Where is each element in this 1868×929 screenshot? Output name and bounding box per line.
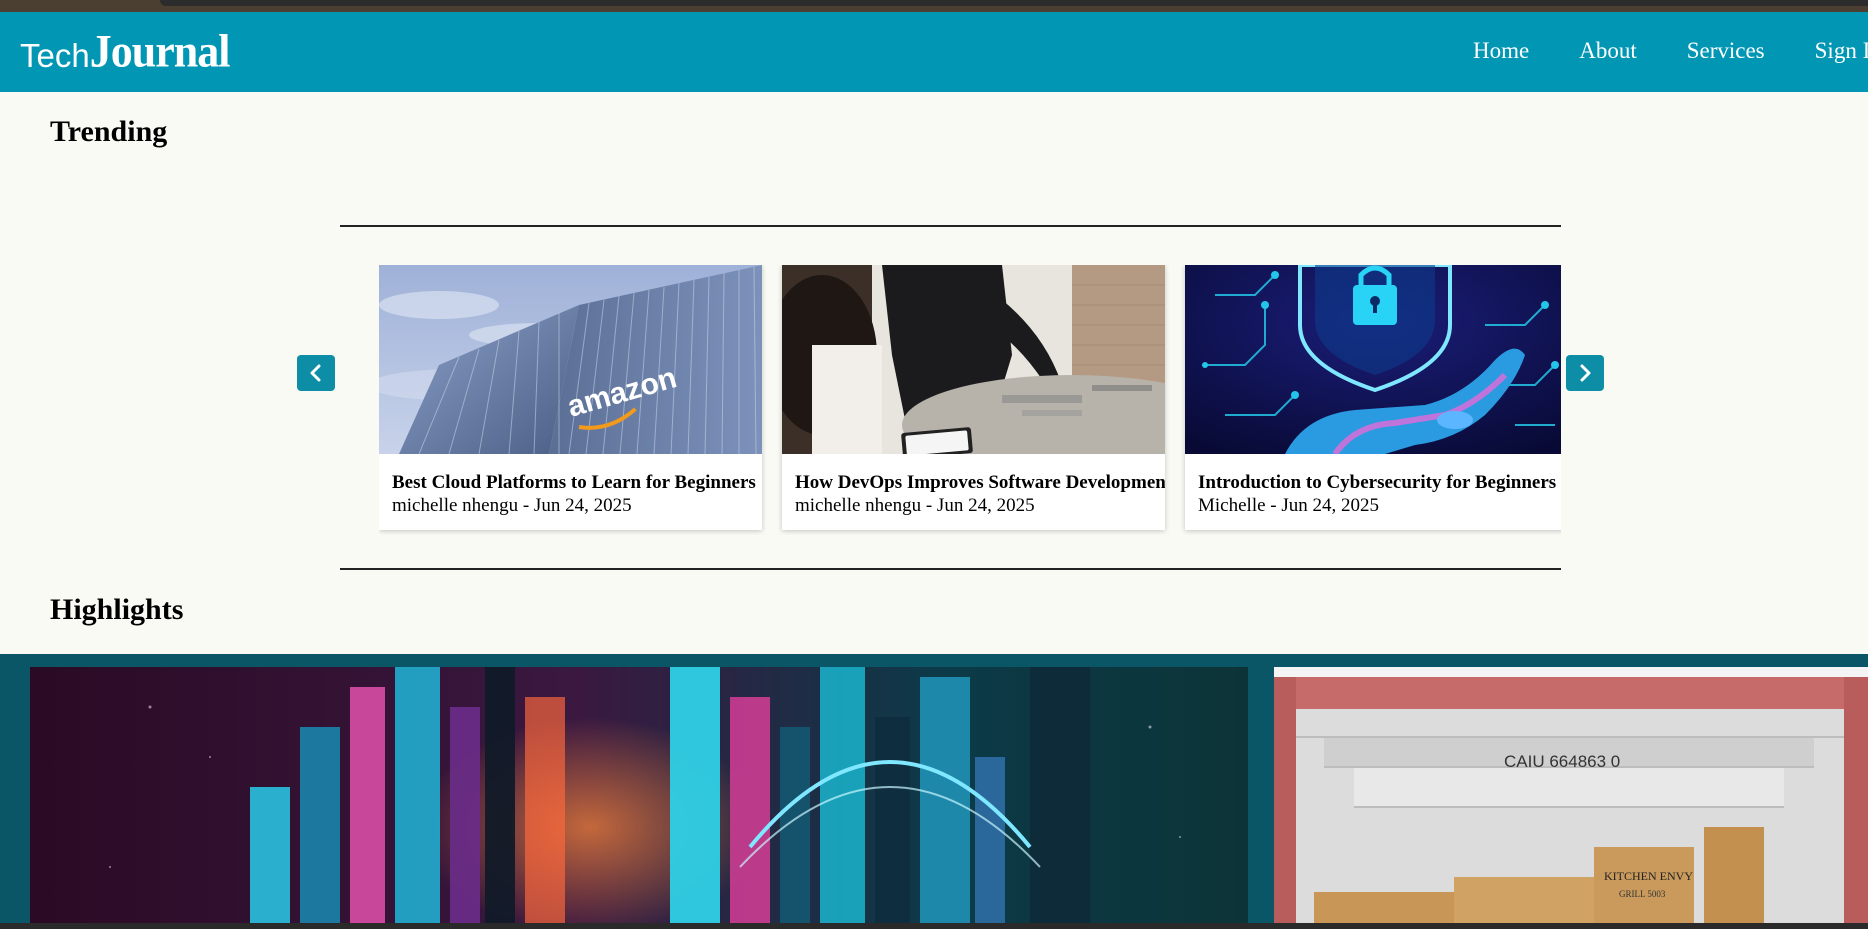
trending-carousel: amazon Best Cloud Platforms to Learn for…	[379, 265, 1561, 535]
logo-tech: Tech	[20, 37, 90, 74]
highlight-image-shipping-container[interactable]: CAIU 664863 0 KITCHEN ENVY GRILL 5003	[1274, 667, 1868, 929]
card-image-team-at-desk	[782, 265, 1165, 454]
chevron-right-icon	[1580, 364, 1591, 382]
nav-sign-in[interactable]: Sign In	[1815, 36, 1868, 66]
card-title[interactable]: Best Cloud Platforms to Learn for Beginn…	[392, 472, 756, 494]
divider-bottom	[340, 568, 1561, 570]
navbar: Tech Journal Home About Services Sign In	[0, 12, 1868, 92]
card-image-shield-lock-hand	[1185, 265, 1561, 454]
nav-about[interactable]: About	[1579, 36, 1637, 66]
highlights-title: Highlights	[50, 593, 184, 626]
logo-journal: Journal	[89, 25, 231, 78]
nav-services[interactable]: Services	[1687, 36, 1765, 66]
browser-top-strip	[0, 0, 1868, 12]
trending-card[interactable]: amazon Best Cloud Platforms to Learn for…	[379, 265, 762, 530]
trending-card[interactable]: Introduction to Cybersecurity for Beginn…	[1185, 265, 1561, 530]
carousel-prev-button[interactable]	[297, 355, 335, 391]
highlight-image-neon-city[interactable]	[30, 667, 1248, 929]
divider-top	[340, 225, 1561, 227]
box-label: KITCHEN ENVY	[1604, 869, 1693, 883]
site-logo[interactable]: Tech Journal	[20, 25, 231, 78]
trending-title: Trending	[50, 115, 168, 148]
card-title[interactable]: Introduction to Cybersecurity for Beginn…	[1198, 472, 1556, 494]
container-id-text: CAIU 664863 0	[1504, 752, 1620, 771]
card-meta: Michelle - Jun 24, 2025	[1198, 495, 1380, 516]
trending-card[interactable]: How DevOps Improves Software Development…	[782, 265, 1165, 530]
bottom-strip	[0, 923, 1868, 929]
card-meta: michelle nhengu - Jun 24, 2025	[795, 495, 1035, 516]
nav-home[interactable]: Home	[1473, 36, 1529, 66]
card-image-amazon-building: amazon	[379, 265, 762, 454]
card-meta: michelle nhengu - Jun 24, 2025	[392, 495, 632, 516]
card-title[interactable]: How DevOps Improves Software Development	[795, 472, 1165, 494]
nav-links: Home About Services Sign In	[1473, 36, 1868, 66]
box-sublabel: GRILL 5003	[1619, 889, 1666, 899]
chevron-left-icon	[310, 364, 321, 382]
carousel-next-button[interactable]	[1566, 355, 1604, 391]
